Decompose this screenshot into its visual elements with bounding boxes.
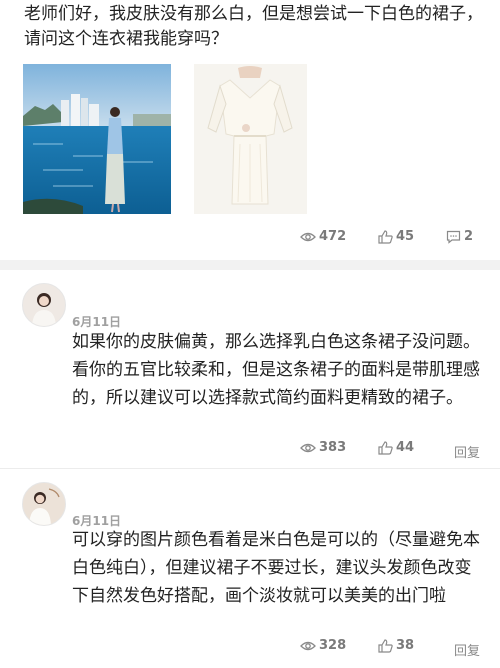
answer-divider (0, 468, 500, 469)
seaside-photo-image (23, 64, 171, 214)
reply-button[interactable]: 回复 (454, 442, 480, 461)
question-views: 472 (300, 229, 346, 244)
question-comments[interactable]: 2 (446, 229, 473, 244)
answer-text: 如果你的皮肤偏黄，那么选择乳白色这条裙子没问题。看你的五官比较柔和，但是这条裙子… (72, 332, 480, 408)
answer-likes-count: 38 (396, 638, 415, 653)
answer-views: 328 (300, 638, 346, 653)
answer-likes[interactable]: 44 (378, 440, 414, 455)
answer-stats: 383 44 (0, 440, 500, 462)
avatar[interactable] (22, 283, 66, 327)
dress-photo[interactable] (194, 64, 307, 214)
avatar-image (23, 483, 65, 525)
answer-views: 383 (300, 440, 346, 455)
comment-icon (446, 230, 461, 244)
dress-photo-image (194, 64, 307, 214)
thumbs-up-icon (378, 638, 393, 653)
question-stats: 472 45 2 (0, 229, 500, 251)
answer-likes[interactable]: 38 (378, 638, 414, 653)
avatar-image (23, 284, 65, 326)
question-views-count: 472 (319, 229, 347, 244)
avatar[interactable] (22, 482, 66, 526)
reply-button[interactable]: 回复 (454, 640, 480, 659)
eye-icon (300, 443, 316, 452)
answer-views-count: 383 (319, 440, 347, 455)
question-likes[interactable]: 45 (378, 229, 414, 244)
answer-text: 可以穿的图片颜色看着是米白色是可以的（尽量避免本白色纯白），但建议裙子不要过长，… (72, 530, 480, 606)
thumbs-up-icon (378, 440, 393, 455)
thumbs-up-icon (378, 229, 393, 244)
section-divider (0, 260, 500, 270)
answer-likes-count: 44 (396, 440, 415, 455)
answer-stats: 328 38 (0, 638, 500, 660)
answer-views-count: 328 (319, 638, 347, 653)
question-text: 老师们好，我皮肤没有那么白，但是想尝试一下白色的裙子，请问这个连衣裙我能穿吗？ (24, 4, 483, 49)
seaside-photo[interactable] (23, 64, 171, 214)
question-comments-count: 2 (464, 229, 474, 244)
eye-icon (300, 232, 316, 241)
question-likes-count: 45 (396, 229, 415, 244)
eye-icon (300, 641, 316, 650)
